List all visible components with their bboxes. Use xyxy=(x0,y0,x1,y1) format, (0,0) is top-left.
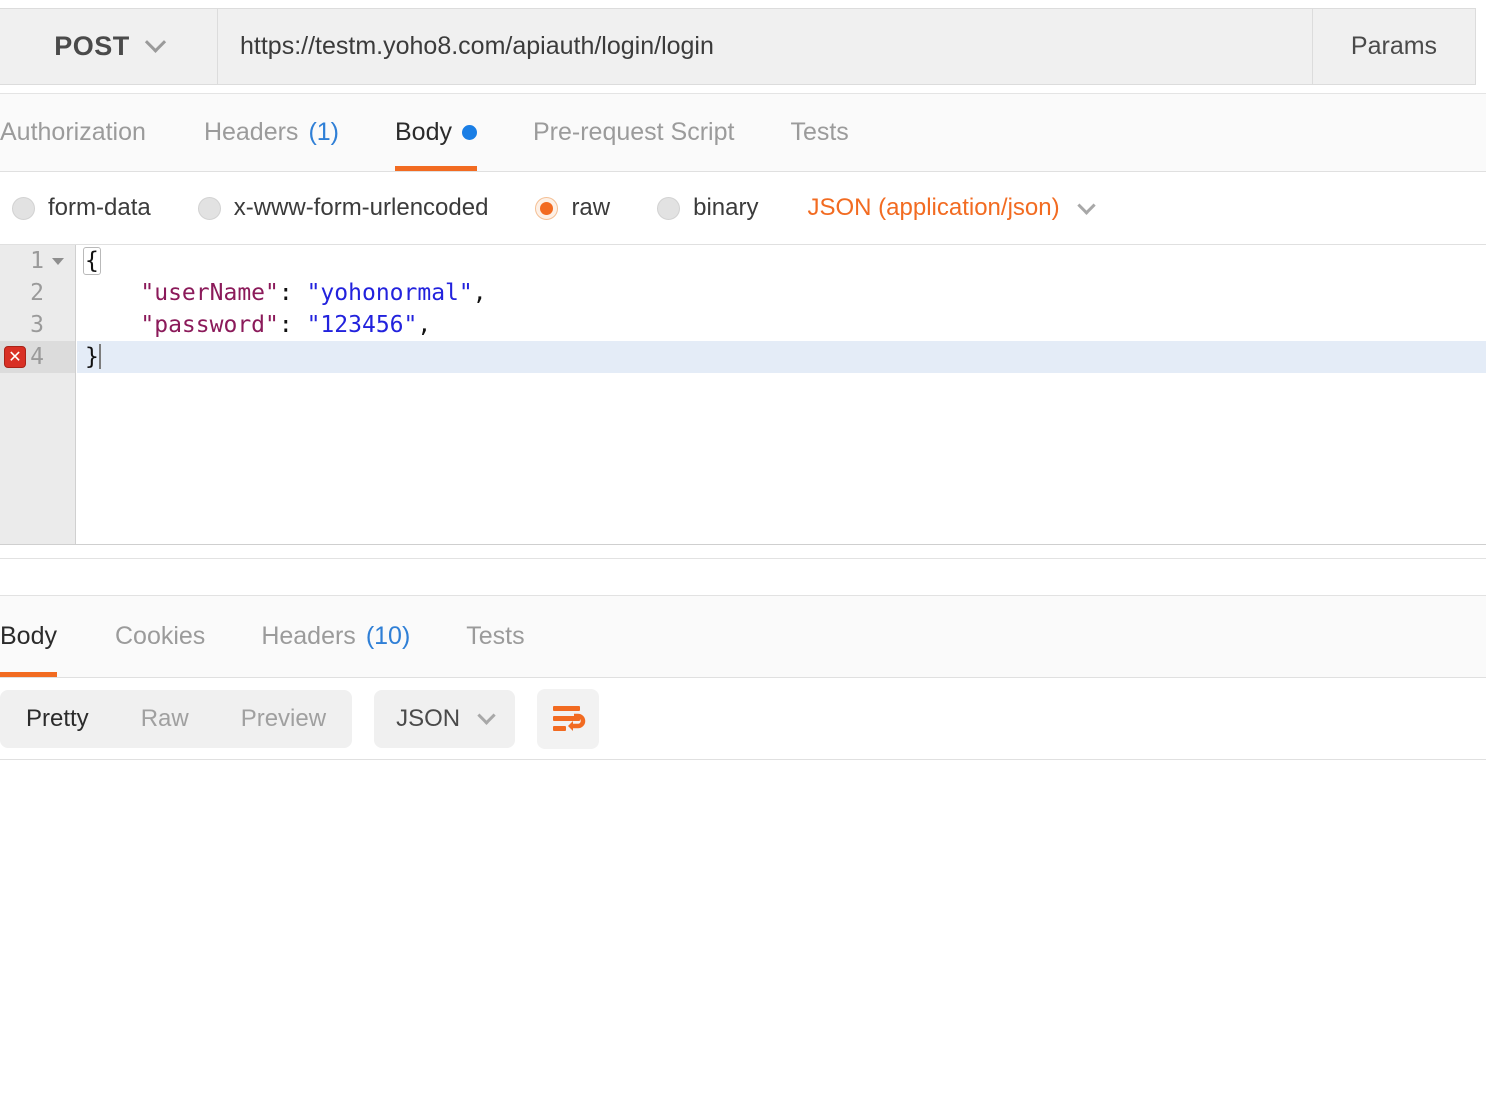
params-button[interactable]: Params xyxy=(1313,8,1476,85)
content-type-dropdown[interactable]: JSON (application/json) xyxy=(807,194,1096,222)
radio-label: x-www-form-urlencoded xyxy=(233,194,489,221)
chevron-down-icon xyxy=(144,31,166,53)
word-wrap-icon xyxy=(553,705,586,731)
radio-form-data[interactable]: form-data xyxy=(12,194,151,222)
tab-label: Body xyxy=(395,118,452,146)
chevron-down-icon xyxy=(1076,195,1096,215)
response-format-label: JSON xyxy=(396,704,461,732)
request-tabs: Authorization Headers (1) Body Pre-reque… xyxy=(0,93,1486,172)
radio-label: form-data xyxy=(48,194,151,221)
response-tab-headers[interactable]: Headers (10) xyxy=(233,596,438,677)
tab-count: (1) xyxy=(308,118,339,146)
code-line: "userName": "yohonormal", xyxy=(140,280,487,306)
code-line: "password": "123456", xyxy=(140,312,432,338)
line-number-row: 2 xyxy=(0,277,75,309)
fold-toggle-icon[interactable] xyxy=(50,257,66,265)
code-line: } xyxy=(77,341,1486,373)
tab-tests[interactable]: Tests xyxy=(762,94,876,171)
response-tab-body[interactable]: Body xyxy=(0,596,87,677)
tab-label: Headers xyxy=(203,118,299,146)
view-mode-raw[interactable]: Raw xyxy=(115,690,215,748)
response-toolbar: Pretty Raw Preview JSON xyxy=(0,678,1486,760)
tab-authorization[interactable]: Authorization xyxy=(0,94,176,171)
request-body-editor[interactable]: 1 2 3 ✕ 4 { "userName": "yohonormal", "p… xyxy=(0,245,1486,545)
tab-body[interactable]: Body xyxy=(367,94,505,171)
line-number: 3 xyxy=(30,312,44,338)
radio-label: binary xyxy=(693,194,759,221)
tab-count: (10) xyxy=(365,622,411,650)
request-url-bar: POST https://testm.yoho8.com/apiauth/log… xyxy=(0,0,1486,93)
line-number-row: 1 xyxy=(0,245,75,277)
http-method-selector[interactable]: POST xyxy=(0,8,218,85)
response-tab-cookies[interactable]: Cookies xyxy=(87,596,233,677)
tab-pre-request-script[interactable]: Pre-request Script xyxy=(505,94,762,171)
view-mode-preview[interactable]: Preview xyxy=(215,690,352,748)
pane-divider[interactable] xyxy=(0,545,1486,596)
request-url-input[interactable]: https://testm.yoho8.com/apiauth/login/lo… xyxy=(218,8,1313,85)
radio-raw[interactable]: raw xyxy=(535,194,610,222)
radio-icon-selected xyxy=(535,196,559,220)
line-number-row: 3 xyxy=(0,309,75,341)
tab-label: Pre-request Script xyxy=(532,118,735,146)
request-editor-gutter: 1 2 3 ✕ 4 xyxy=(0,245,76,544)
response-tab-tests[interactable]: Tests xyxy=(438,596,552,677)
radio-icon xyxy=(197,196,221,220)
code-line: { xyxy=(83,247,101,275)
body-type-selector: form-data x-www-form-urlencoded raw bina… xyxy=(0,172,1486,245)
tab-headers[interactable]: Headers (1) xyxy=(176,94,367,171)
tab-label: Headers xyxy=(261,622,356,650)
tab-label: Authorization xyxy=(0,118,146,146)
view-mode-pretty[interactable]: Pretty xyxy=(0,690,115,748)
radio-icon xyxy=(12,196,35,220)
tab-label: Tests xyxy=(466,622,525,650)
line-number: 2 xyxy=(30,280,44,306)
tab-label: Tests xyxy=(790,118,849,146)
response-view-mode-group: Pretty Raw Preview xyxy=(0,689,353,748)
response-format-dropdown[interactable]: JSON xyxy=(374,689,516,748)
word-wrap-button[interactable] xyxy=(537,688,600,749)
chevron-down-icon xyxy=(477,706,496,725)
radio-label: raw xyxy=(571,194,611,221)
content-type-label: JSON (application/json) xyxy=(807,194,1060,221)
request-editor-code[interactable]: { "userName": "yohonormal", "password": … xyxy=(77,245,1486,544)
http-method-label: POST xyxy=(54,31,130,61)
response-tabs: Body Cookies Headers (10) Tests xyxy=(0,596,1486,678)
line-number: 4 xyxy=(30,344,44,370)
radio-binary[interactable]: binary xyxy=(657,194,758,222)
line-number-row: ✕ 4 xyxy=(0,341,75,373)
radio-icon xyxy=(657,196,681,220)
tab-label: Body xyxy=(0,622,57,650)
radio-x-www-form-urlencoded[interactable]: x-www-form-urlencoded xyxy=(197,194,489,222)
line-number: 1 xyxy=(30,248,44,274)
error-x-icon[interactable]: ✕ xyxy=(4,346,26,368)
tab-label: Cookies xyxy=(114,622,206,650)
body-modified-dot-icon xyxy=(461,125,477,140)
